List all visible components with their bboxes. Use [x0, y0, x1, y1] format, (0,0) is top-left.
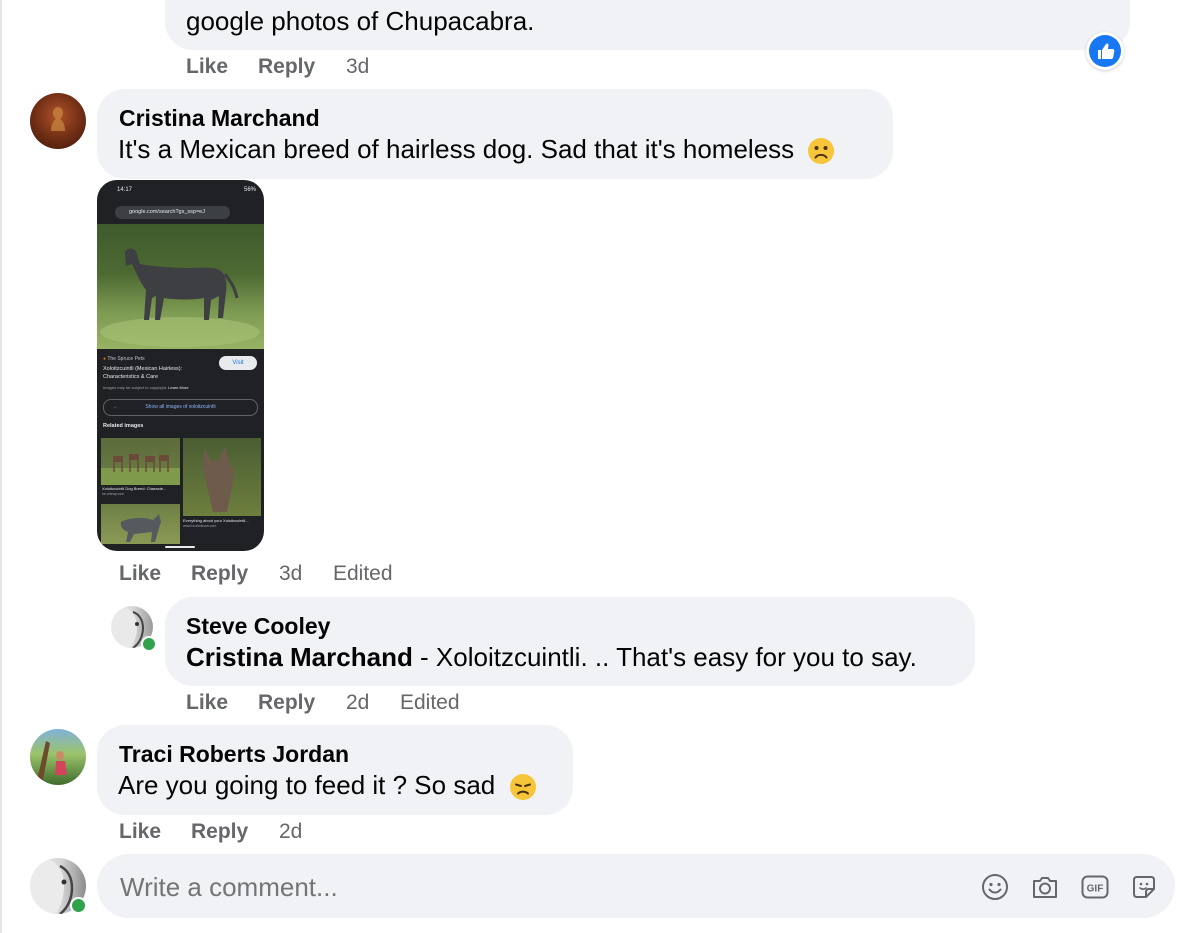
like-reaction-badge[interactable]: [1086, 32, 1124, 70]
status-bar: 14:17 56%: [97, 180, 264, 200]
image-title-1: Xoloitzcuintli (Mexican Hairless):: [103, 366, 183, 372]
comment-author[interactable]: Steve Cooley: [186, 613, 330, 640]
dog-image: [97, 224, 264, 349]
comment-text: Cristina Marchand - Xoloitzcuintli. .. T…: [186, 642, 917, 673]
arrow-right-icon: →: [112, 404, 117, 410]
sticker-icon[interactable]: [1129, 872, 1159, 902]
learn-more-link[interactable]: Learn More: [168, 385, 188, 390]
comment-actions-top: Like Reply 3d: [186, 55, 586, 81]
home-indicator: [165, 546, 195, 548]
status-time: 14:17: [117, 187, 133, 193]
related-source-1: be.chewy.com: [102, 492, 125, 496]
online-status-indicator: [70, 897, 87, 914]
disappointed-face-icon: [509, 774, 536, 801]
comment-author[interactable]: Cristina Marchand: [119, 105, 320, 132]
comment-bubble-steve: Steve Cooley Cristina Marchand - Xoloitz…: [165, 597, 975, 686]
copyright-text: Images may be subject to copyright.: [103, 385, 168, 390]
reply-button[interactable]: Reply: [258, 691, 315, 715]
comment-bubble-cristina: Cristina Marchand It's a Mexican breed o…: [97, 89, 893, 179]
source-paw-icon: ●: [103, 356, 107, 362]
person-outdoor-icon: [36, 741, 67, 785]
timestamp[interactable]: 2d: [346, 691, 369, 715]
edited-label[interactable]: Edited: [333, 562, 393, 586]
avatar-cristina[interactable]: [30, 93, 86, 149]
emoji-icon[interactable]: [980, 872, 1010, 902]
browser-url-bar: google.com/search?gs_ssp=eJ: [115, 206, 230, 219]
comment-input[interactable]: [118, 867, 962, 907]
comment-composer[interactable]: [97, 854, 1175, 918]
mention-link[interactable]: Cristina Marchand: [186, 642, 413, 672]
related-caption-2: Everything about your Xoloitzcuintli...: [183, 518, 249, 523]
online-status-indicator: [141, 636, 157, 652]
person-silhouette-icon: [51, 107, 65, 131]
image-source: ● The Spruce Pets: [103, 356, 145, 362]
source-name: The Spruce Pets: [107, 356, 145, 362]
url-text: google.com/search?gs_ssp=eJ: [129, 209, 205, 215]
comment-bubble-traci: Traci Roberts Jordan Are you going to fe…: [97, 725, 573, 815]
comment-text: It's a Mexican breed of hairless dog. Sa…: [118, 134, 835, 165]
related-image-1[interactable]: [101, 438, 180, 485]
like-button[interactable]: Like: [186, 691, 228, 715]
comment-author[interactable]: Traci Roberts Jordan: [119, 741, 349, 768]
svg-text:GIF: GIF: [1087, 884, 1104, 895]
comment-text: Are you going to feed it ? So sad: [118, 770, 537, 801]
comment-text: google photos of Chupacabra.: [186, 6, 535, 36]
like-button[interactable]: Like: [119, 820, 161, 844]
camera-icon[interactable]: [1030, 872, 1060, 902]
hairless-dog-illustration: [100, 248, 260, 347]
like-button[interactable]: Like: [119, 562, 161, 586]
timestamp[interactable]: 2d: [279, 820, 302, 844]
visit-button[interactable]: Visit: [219, 356, 257, 370]
comment-actions-traci: Like Reply 2d: [119, 820, 519, 846]
related-image-3[interactable]: [101, 504, 180, 544]
timestamp[interactable]: 3d: [346, 55, 369, 79]
dog-portrait-thumbnail: [203, 446, 234, 512]
related-images-heading: Related images: [103, 423, 144, 429]
reply-button[interactable]: Reply: [191, 820, 248, 844]
comment-text-content: - Xoloitzcuintli. .. That's easy for you…: [412, 642, 917, 672]
related-image-2[interactable]: [183, 438, 261, 516]
related-caption-1: Xoloitzcuintli Dog Breed: Characte...: [102, 486, 167, 491]
show-all-images-button[interactable]: → Show all images of xoloitzcuintli: [103, 399, 258, 416]
attachment-screenshot[interactable]: 14:17 56% google.com/search?gs_ssp=eJ ● …: [97, 180, 264, 551]
avatar-traci[interactable]: [30, 729, 86, 785]
gif-icon[interactable]: GIF: [1080, 872, 1110, 902]
dog-running-thumbnail: [120, 514, 161, 542]
frowning-face-icon: [808, 138, 835, 165]
battery-level: 56%: [243, 187, 256, 193]
left-frame-edge: [0, 0, 2, 933]
like-button[interactable]: Like: [186, 55, 228, 79]
comment-bubble-top: google photos of Chupacabra.: [165, 0, 1130, 50]
timestamp[interactable]: 3d: [279, 562, 302, 586]
reply-button[interactable]: Reply: [191, 562, 248, 586]
dog-group-thumbnail: [101, 454, 180, 485]
copyright-note: Images may be subject to copyright. Lear…: [103, 385, 189, 390]
comment-text-content: Are you going to feed it ? So sad: [118, 770, 496, 800]
edited-label[interactable]: Edited: [400, 691, 460, 715]
image-title-2: Characteristics & Care: [103, 374, 159, 380]
show-all-label: Show all images of xoloitzcuintli: [145, 404, 216, 410]
related-source-2: www.lovetoknow.com: [183, 524, 217, 528]
comment-actions-steve: Like Reply 2d Edited: [186, 691, 586, 717]
reply-button[interactable]: Reply: [258, 55, 315, 79]
thumbs-up-icon: [1089, 35, 1121, 67]
comment-text-content: It's a Mexican breed of hairless dog. Sa…: [118, 134, 795, 164]
comment-actions-cristina: Like Reply 3d Edited: [119, 562, 519, 588]
